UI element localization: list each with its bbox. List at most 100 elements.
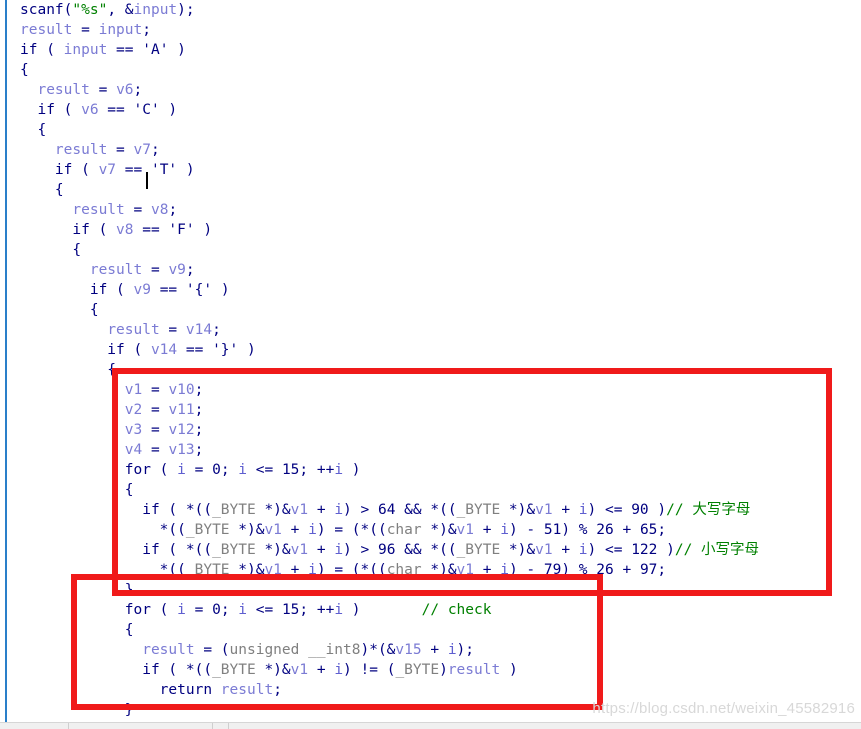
code-token: result: [89, 262, 143, 278]
code-line[interactable]: scanf("%s", &input);: [0, 0, 861, 20]
code-token: '{': [185, 282, 213, 298]
code-token: ;: [212, 322, 221, 338]
code-token: v14: [185, 322, 213, 338]
code-token: ;: [133, 82, 143, 98]
code-token: =: [159, 322, 186, 338]
code-token: ): [238, 342, 256, 358]
code-token: 'A': [142, 42, 169, 58]
code-token: if (: [20, 342, 151, 358]
code-token: v8: [116, 222, 134, 238]
code-line[interactable]: result = v14;: [0, 320, 861, 340]
code-token: v6: [81, 102, 99, 118]
code-token: v7: [133, 142, 151, 158]
code-token: =: [89, 82, 117, 98]
status-bar-separator: [212, 723, 213, 729]
code-line[interactable]: {: [0, 60, 861, 80]
code-line[interactable]: {: [0, 120, 861, 140]
code-token: =: [124, 202, 151, 218]
code-token: {: [20, 182, 64, 198]
code-token: ;: [185, 262, 195, 278]
code-token: =: [107, 142, 134, 158]
code-token: ==: [150, 282, 186, 298]
code-line[interactable]: result = v8;: [0, 200, 861, 220]
code-token: '}': [212, 342, 239, 358]
code-token: result: [37, 82, 90, 98]
code-token: =: [72, 22, 99, 38]
code-token: ==: [177, 342, 213, 358]
code-token: ): [212, 282, 230, 298]
code-token: ;: [150, 142, 160, 158]
code-token: ): [194, 222, 213, 238]
code-line[interactable]: result = v9;: [0, 260, 861, 280]
annotation-box-check-loop: [71, 574, 603, 710]
code-line[interactable]: if ( v6 == 'C' ): [0, 100, 861, 120]
code-token: result: [54, 142, 108, 158]
code-token: , &: [107, 2, 134, 18]
code-line[interactable]: result = v6;: [0, 80, 861, 100]
code-token: ): [177, 162, 195, 178]
code-line[interactable]: if ( v14 == '}' ): [0, 340, 861, 360]
code-token: ==: [133, 222, 169, 238]
code-token: v7: [98, 162, 117, 178]
code-token: "%s": [72, 2, 108, 18]
code-token: result: [72, 202, 125, 218]
code-token: {: [20, 62, 29, 78]
code-token: ;: [142, 22, 151, 38]
code-token: if (: [20, 42, 64, 58]
code-token: v9: [168, 262, 186, 278]
code-token: {: [20, 302, 99, 318]
code-line[interactable]: {: [0, 180, 861, 200]
code-token: 'F': [168, 222, 195, 238]
ida-pseudocode-screenshot: scanf("%s", &input); result = input; if ( …: [0, 0, 861, 729]
code-line[interactable]: if ( v9 == '{' ): [0, 280, 861, 300]
code-token: result: [20, 22, 73, 38]
code-token: result: [107, 322, 160, 338]
code-token: if (: [20, 162, 99, 178]
code-token: if (: [20, 282, 134, 298]
code-line[interactable]: {: [0, 300, 861, 320]
code-token: 'C': [133, 102, 160, 118]
code-token: v9: [133, 282, 151, 298]
code-token: if (: [20, 222, 117, 238]
status-bar: [0, 722, 861, 729]
text-caret: [146, 172, 148, 189]
code-token: ==: [107, 42, 143, 58]
code-line[interactable]: {: [0, 240, 861, 260]
code-line[interactable]: if ( input == 'A' ): [0, 40, 861, 60]
code-token: ): [168, 42, 186, 58]
code-token: input: [133, 2, 178, 18]
code-line[interactable]: if ( v8 == 'F' ): [0, 220, 861, 240]
code-token: {: [20, 242, 82, 258]
code-line[interactable]: result = v7;: [0, 140, 861, 160]
code-token: v14: [150, 342, 178, 358]
code-line[interactable]: result = input;: [0, 20, 861, 40]
code-token: =: [142, 262, 169, 278]
code-token: ): [159, 102, 178, 118]
status-bar-separator: [68, 723, 69, 729]
watermark-text: https://blog.csdn.net/weixin_45582916: [592, 700, 855, 717]
code-token: );: [177, 2, 195, 18]
code-token: v6: [116, 82, 134, 98]
code-token: if (: [20, 102, 82, 118]
code-token: v8: [150, 202, 169, 218]
code-line[interactable]: if ( v7 == 'T' ): [0, 160, 861, 180]
code-token: scanf: [20, 2, 64, 18]
code-token: input: [98, 22, 143, 38]
code-token: {: [20, 362, 117, 378]
code-token: ;: [168, 202, 178, 218]
status-bar-separator: [228, 723, 229, 729]
code-token: input: [63, 42, 108, 58]
code-token: 'T': [150, 162, 178, 178]
code-token: {: [20, 122, 47, 138]
code-token: ==: [98, 102, 134, 118]
annotation-box-encode-loop: [112, 368, 832, 596]
